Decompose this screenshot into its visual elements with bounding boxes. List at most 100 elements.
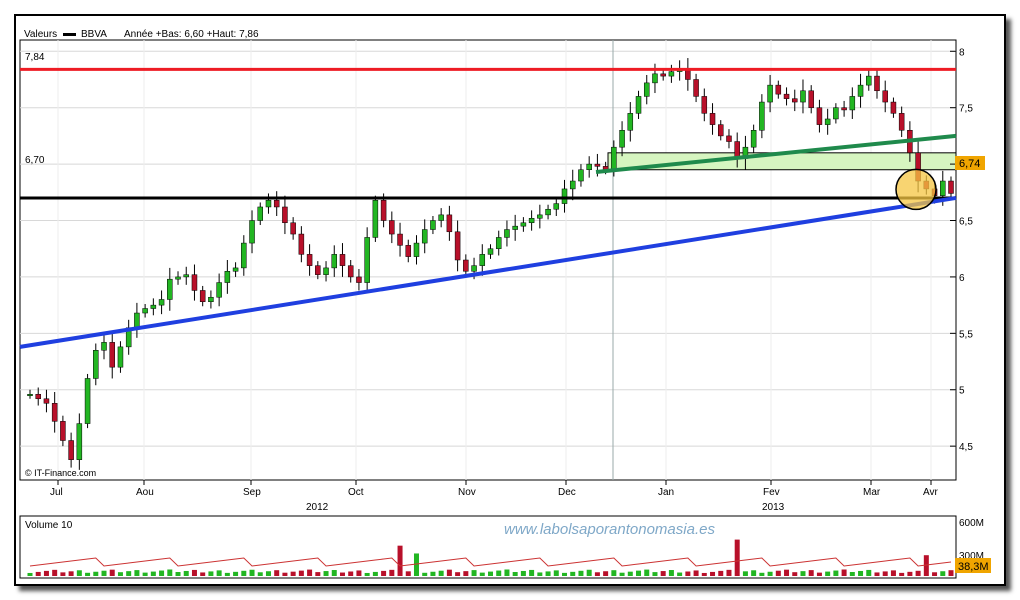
candle-body (249, 220, 255, 244)
volume-axis-600m: 600M (959, 518, 984, 529)
volume-bar (636, 570, 642, 576)
volume-badge-text: 38,3M (958, 561, 989, 573)
candle-body (816, 107, 823, 125)
candle-body (569, 180, 576, 190)
source-label: © IT-Finance.com (25, 468, 96, 478)
volume-bar (603, 571, 609, 576)
candle-body (421, 229, 428, 244)
candle-body (849, 96, 856, 111)
volume-bar (660, 571, 666, 576)
candle-body (208, 296, 214, 302)
volume-bar (117, 572, 123, 576)
candle-body (315, 265, 321, 275)
resistance-level-label: 7,84 (25, 52, 45, 63)
candle-body (824, 118, 831, 125)
volume-bar (126, 571, 132, 576)
candle-body (191, 274, 198, 291)
month-label: Dec (558, 487, 576, 498)
volume-bar (52, 569, 58, 576)
candle-body (372, 199, 379, 238)
volume-bar (562, 572, 568, 576)
chart-window: Valeurs BBVA Année +Bas: 6,60 +Haut: 7,8… (14, 14, 1006, 586)
volume-bar (364, 572, 370, 576)
candle-body (890, 101, 897, 114)
candle (84, 373, 91, 429)
volume-bar (685, 571, 691, 576)
candle-body (759, 101, 765, 131)
volume-bar (512, 572, 518, 576)
volume-bar (167, 569, 173, 576)
volume-bar (611, 570, 617, 576)
candle-body (800, 90, 806, 103)
volume-title: Volume 10 (25, 520, 73, 531)
volume-bar (241, 570, 247, 576)
candle-body (331, 254, 338, 269)
candle-body (405, 245, 412, 257)
y-tick-label: 4,5 (959, 442, 973, 453)
candle-body (51, 403, 58, 422)
volume-bar (159, 570, 165, 576)
volume-badge: 38,3M (955, 558, 991, 573)
candle-body (134, 312, 140, 328)
volume-bar (471, 570, 477, 576)
candle-body (117, 346, 124, 368)
volume-bar (784, 569, 790, 576)
volume-bar (833, 570, 839, 576)
price-chart: Valeurs BBVA Année +Bas: 6,60 +Haut: 7,8… (19, 29, 991, 579)
support-level-label: 6,70 (25, 155, 45, 166)
y-tick-label: 8 (959, 47, 965, 58)
volume-bar (882, 571, 888, 576)
candle-body (512, 225, 518, 230)
candle-body (660, 73, 666, 77)
candle-body (142, 308, 148, 314)
candle-body (792, 98, 798, 103)
candle-body (841, 107, 847, 111)
candle-body (882, 90, 888, 103)
volume-bar (858, 570, 864, 576)
candle-body (520, 222, 527, 227)
volume-bar (200, 572, 206, 576)
month-label: Jul (50, 487, 63, 498)
volume-bar (726, 569, 732, 576)
candle-body (175, 276, 181, 280)
candle-body (643, 82, 650, 97)
year-2013-label: 2013 (762, 502, 785, 513)
volume-panel (19, 515, 957, 579)
price-panel (19, 39, 957, 481)
candle-body (216, 282, 222, 298)
volume-bar (43, 570, 49, 576)
volume-bar (356, 570, 362, 576)
volume-bar (767, 571, 773, 576)
volume-bar (841, 569, 847, 576)
year-2012-label: 2012 (306, 502, 329, 513)
y-tick-label: 5,5 (959, 329, 973, 340)
volume-bar (249, 569, 255, 576)
candle-body (940, 180, 946, 196)
volume-bar (866, 569, 872, 576)
candle-body (76, 423, 83, 460)
volume-bar (504, 569, 510, 576)
volume-bar (578, 570, 584, 576)
volume-bar (389, 569, 395, 576)
volume-bar (718, 570, 724, 576)
volume-bar (438, 570, 444, 576)
candle-body (685, 69, 691, 80)
volume-bar (455, 572, 461, 576)
candle-body (232, 267, 239, 272)
volume-bar (775, 570, 781, 576)
volume-bar (899, 572, 905, 576)
candle-body (627, 113, 634, 131)
candle-body (84, 378, 91, 424)
volume-bar (216, 570, 222, 576)
volume-bar (446, 569, 452, 576)
volume-bar (274, 570, 280, 576)
month-label: Mar (863, 487, 881, 498)
volume-bar (570, 571, 576, 576)
candle-body (224, 271, 231, 283)
candle-body (718, 124, 724, 137)
candle-body (857, 84, 864, 97)
volume-bar (816, 572, 822, 576)
candle-body (183, 274, 189, 278)
candle-body (495, 237, 502, 249)
candle-body (93, 350, 99, 379)
